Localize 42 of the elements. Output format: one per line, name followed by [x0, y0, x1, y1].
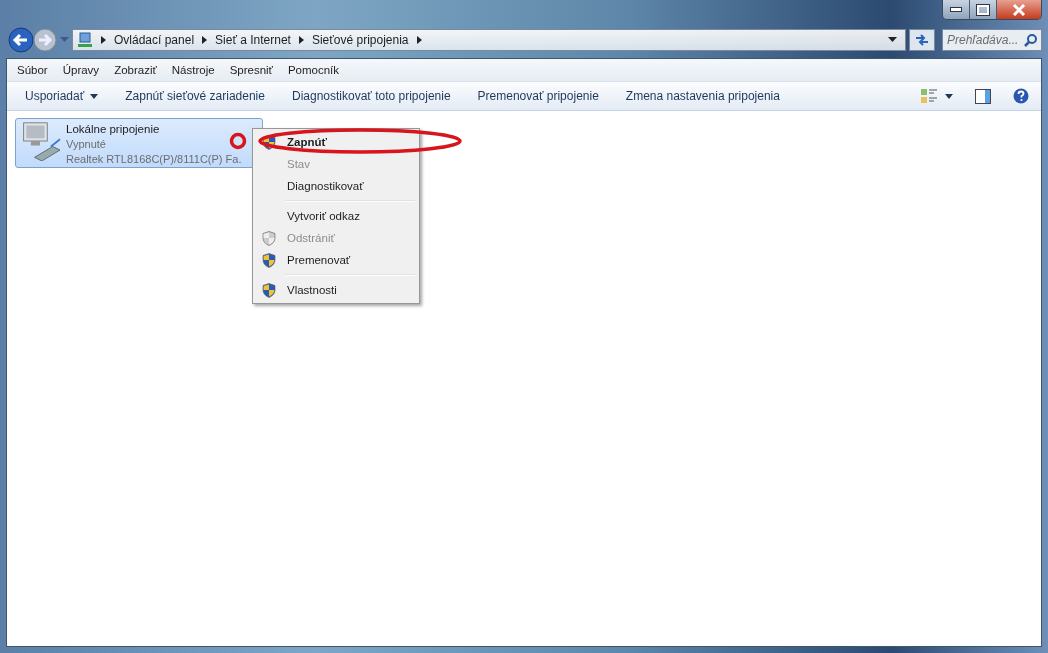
breadcrumb-arrow-icon[interactable]: [416, 36, 422, 44]
command-button[interactable]: Usporiadať: [15, 85, 109, 107]
adapter-name: Realtek RTL8168C(P)/8111C(P) Fa.: [66, 152, 242, 167]
maximize-button[interactable]: [970, 0, 997, 19]
command-button[interactable]: Zapnúť sieťové zariadenie: [115, 85, 275, 107]
menu-item[interactable]: Nástroje: [171, 64, 215, 76]
context-menu-item[interactable]: Vlastnosti: [255, 279, 417, 301]
connection-name: Lokálne pripojenie: [66, 122, 161, 137]
breadcrumb-item[interactable]: Ovládací panel: [114, 33, 195, 47]
menu-item[interactable]: Úpravy: [62, 64, 100, 76]
network-connection-item[interactable]: Lokálne pripojenie Vypnuté Realtek RTL8168C(P)/8111C(P) Fa.: [15, 118, 263, 168]
menu-item[interactable]: Pomocník: [287, 64, 340, 76]
context-menu-item[interactable]: Vytvoriť odkaz: [255, 205, 417, 227]
close-button[interactable]: [997, 0, 1041, 19]
breadcrumb-arrow-icon[interactable]: [298, 36, 304, 44]
refresh-icon: [914, 33, 930, 47]
network-folder-icon: [77, 32, 93, 48]
search-icon: [1024, 34, 1037, 47]
command-button[interactable]: Zmena nastavenia pripojenia: [615, 85, 790, 107]
breadcrumb-arrow-icon[interactable]: [202, 36, 208, 44]
address-bar[interactable]: Ovládací panel Sieť a Internet Sieťové pripojenia: [72, 29, 906, 51]
help-icon: [1013, 88, 1029, 104]
menu-item[interactable]: Súbor: [17, 64, 48, 76]
search-field[interactable]: Prehľadáva...: [942, 29, 1042, 51]
breadcrumb-arrow-icon[interactable]: [101, 36, 106, 44]
back-button[interactable]: [8, 27, 34, 53]
command-button[interactable]: Diagnostikovať toto pripojenie: [281, 85, 461, 107]
context-menu-item[interactable]: Diagnostikovať: [255, 175, 417, 197]
refresh-button[interactable]: [909, 29, 935, 51]
caret-icon: [945, 93, 953, 99]
context-menu-item[interactable]: Premenovať: [255, 249, 417, 271]
view-list-icon: [921, 88, 937, 104]
breadcrumb-item[interactable]: Sieť a Internet: [215, 33, 291, 47]
close-icon: [1012, 3, 1026, 16]
minimize-button[interactable]: [943, 0, 970, 19]
menu-item[interactable]: Zobraziť: [114, 64, 157, 76]
command-button[interactable]: Premenovať pripojenie: [467, 85, 609, 107]
connection-status: Vypnuté: [66, 137, 107, 152]
address-dropdown-icon[interactable]: [888, 37, 897, 43]
preview-pane-icon: [975, 88, 991, 104]
menu-item[interactable]: Spresniť: [229, 64, 273, 76]
breadcrumb-item[interactable]: Sieťové pripojenia: [311, 33, 409, 47]
